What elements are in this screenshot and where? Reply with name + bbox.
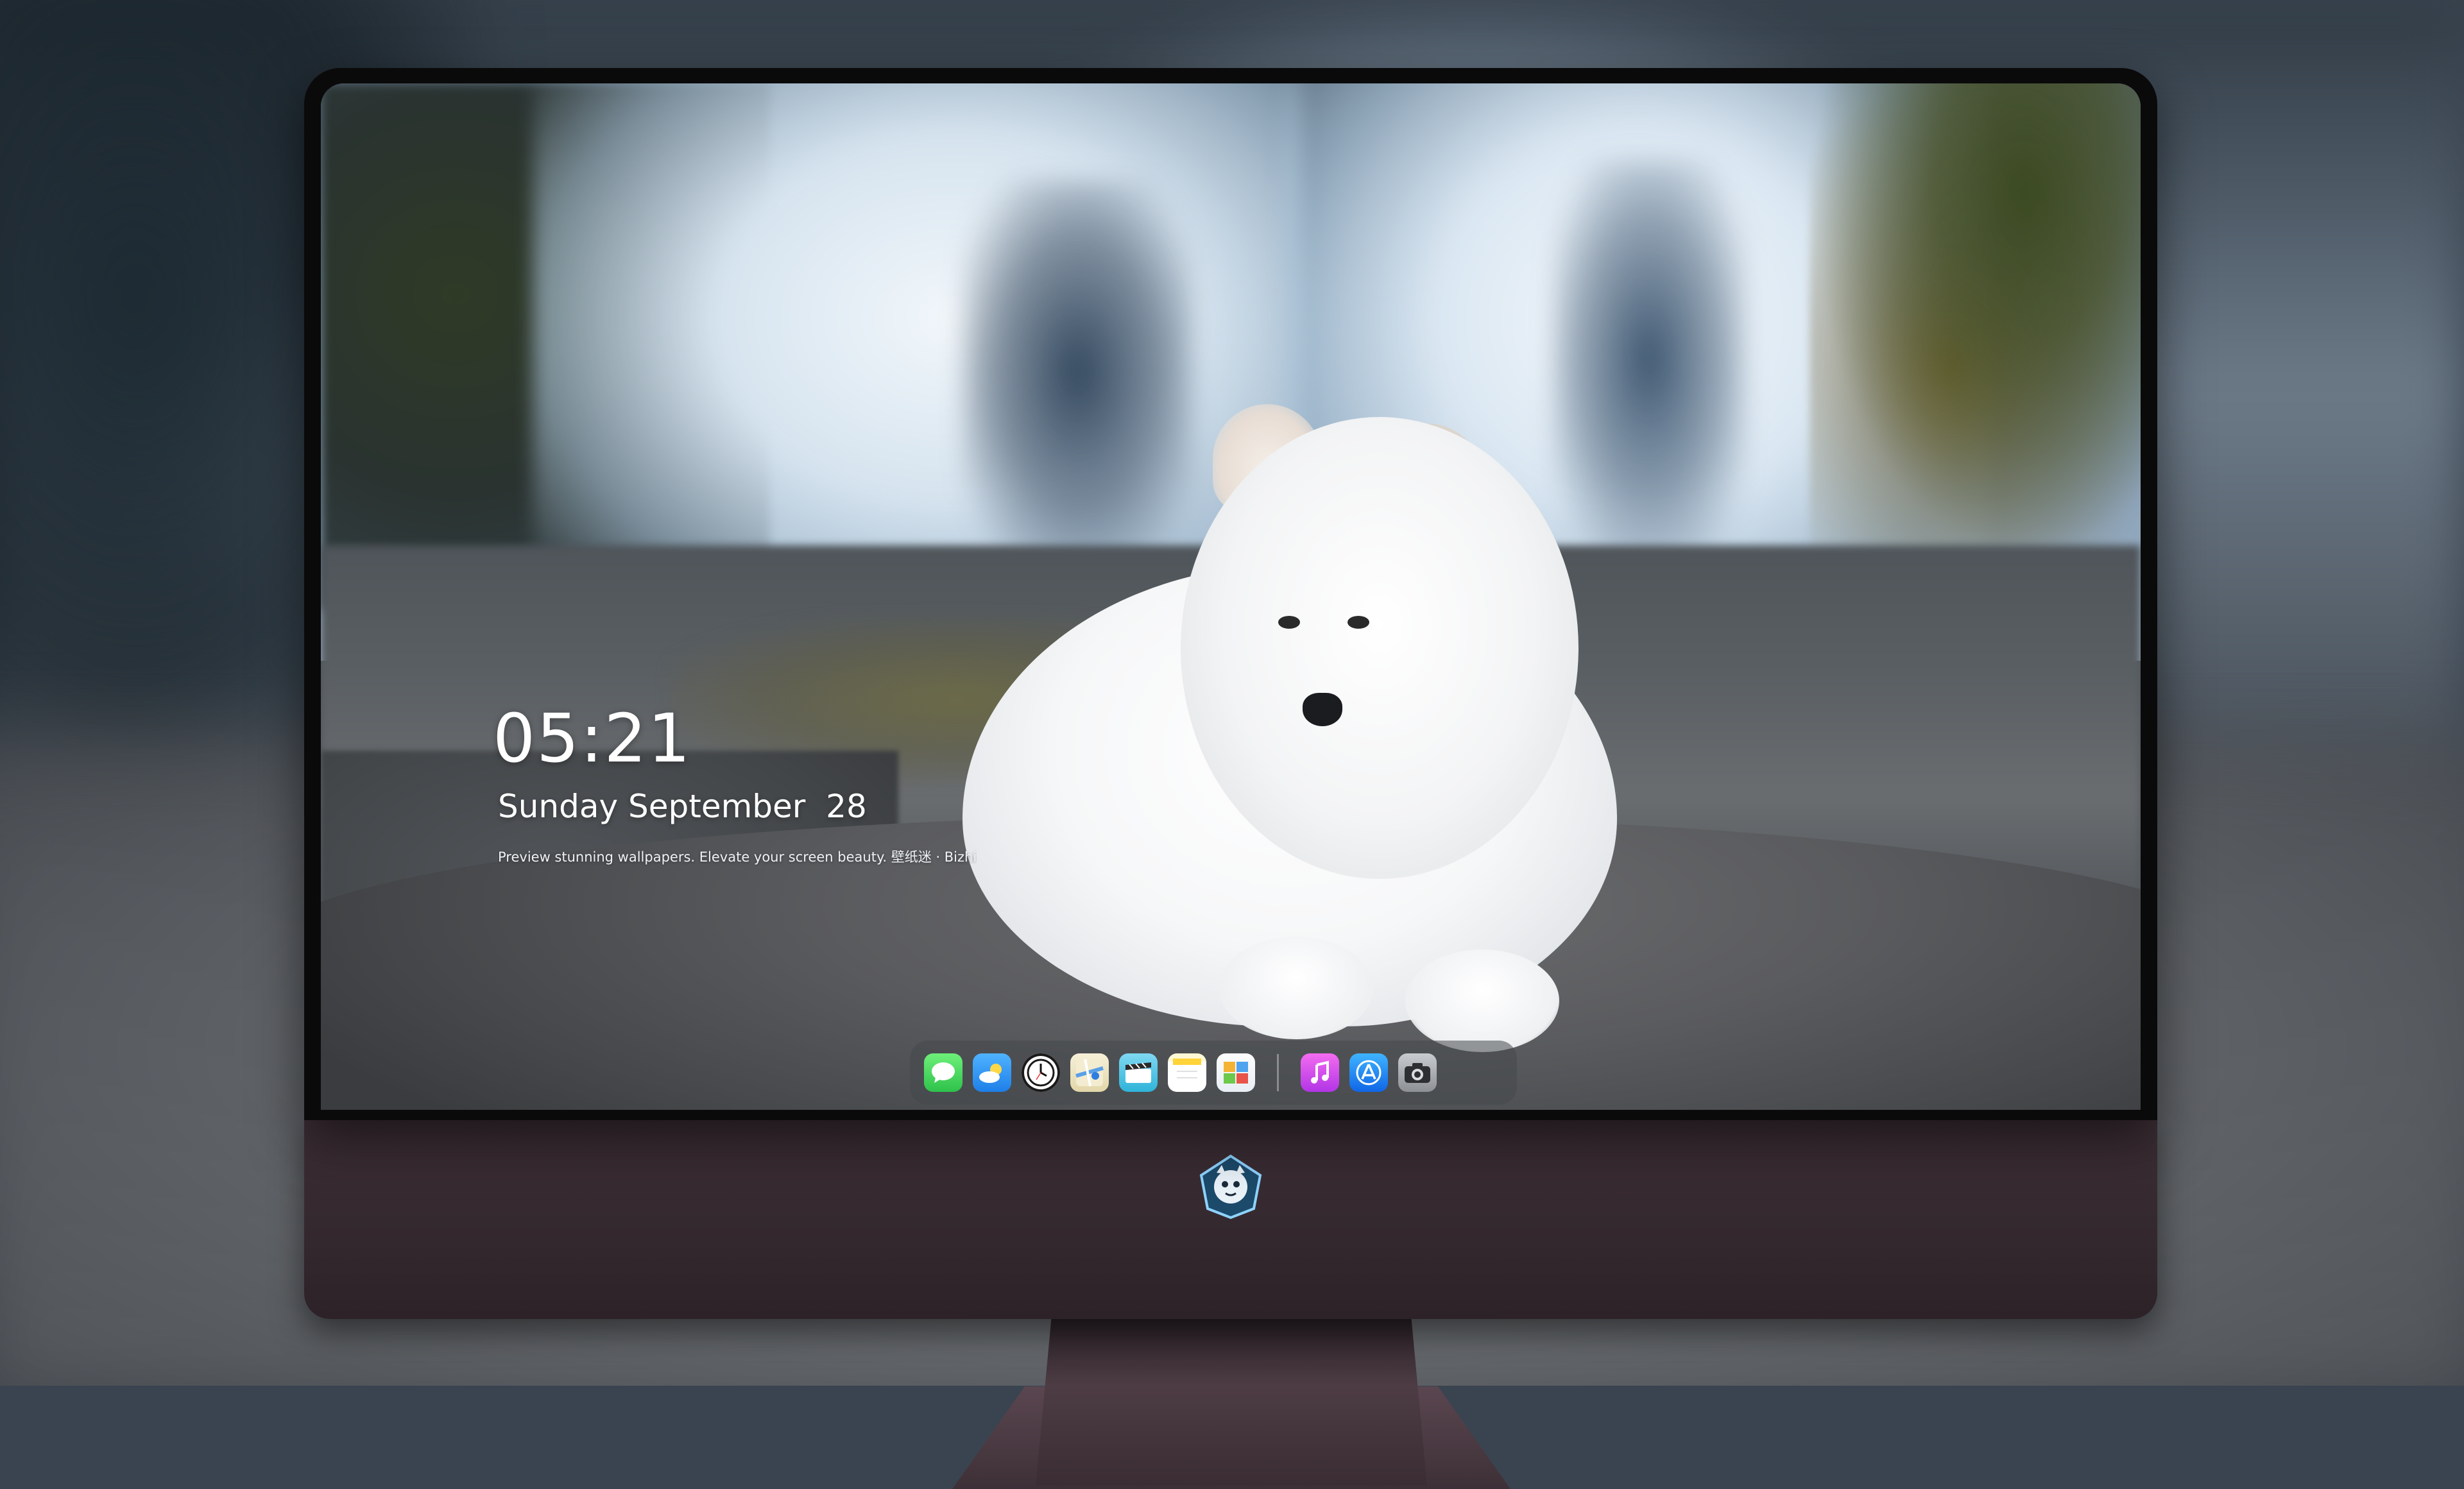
samoyed-paw [1219,937,1373,1039]
clips-icon[interactable] [1119,1053,1158,1092]
monitor-bezel: 05:21 Sunday September 28 Preview stunni… [304,68,2157,1120]
messages-icon[interactable] [924,1053,963,1092]
samoyed-eye [1278,616,1300,629]
notes-icon[interactable] [1168,1053,1206,1092]
app-store-icon[interactable] [1349,1053,1388,1092]
dock-separator [1277,1054,1279,1091]
brand-logo-icon [1199,1154,1262,1220]
music-icon[interactable] [1301,1053,1339,1092]
samoyed-paw [1405,949,1559,1052]
camera-icon[interactable] [1398,1053,1437,1092]
samoyed-head [1181,417,1579,879]
wallpaper-rock-streak [963,180,1194,565]
wallpaper-tree [1810,83,2141,558]
lockscreen-date: Sunday September 28 [498,788,867,825]
wallpaper-rock-streak [1553,160,1745,558]
samoyed-eye [1348,616,1369,629]
maps-icon[interactable] [1070,1053,1109,1092]
photos-icon[interactable] [1217,1053,1255,1092]
clock-icon[interactable] [1022,1053,1060,1092]
monitor: 05:21 Sunday September 28 Preview stunni… [304,68,2157,1489]
dock [910,1041,1517,1105]
monitor-stand-neck [1036,1319,1427,1486]
lockscreen-clock: 05:21 [493,699,692,778]
samoyed-nose [1303,693,1342,726]
weather-icon[interactable] [973,1053,1011,1092]
lockscreen-tagline: Preview stunning wallpapers. Elevate you… [498,849,977,865]
screen: 05:21 Sunday September 28 Preview stunni… [321,83,2141,1110]
